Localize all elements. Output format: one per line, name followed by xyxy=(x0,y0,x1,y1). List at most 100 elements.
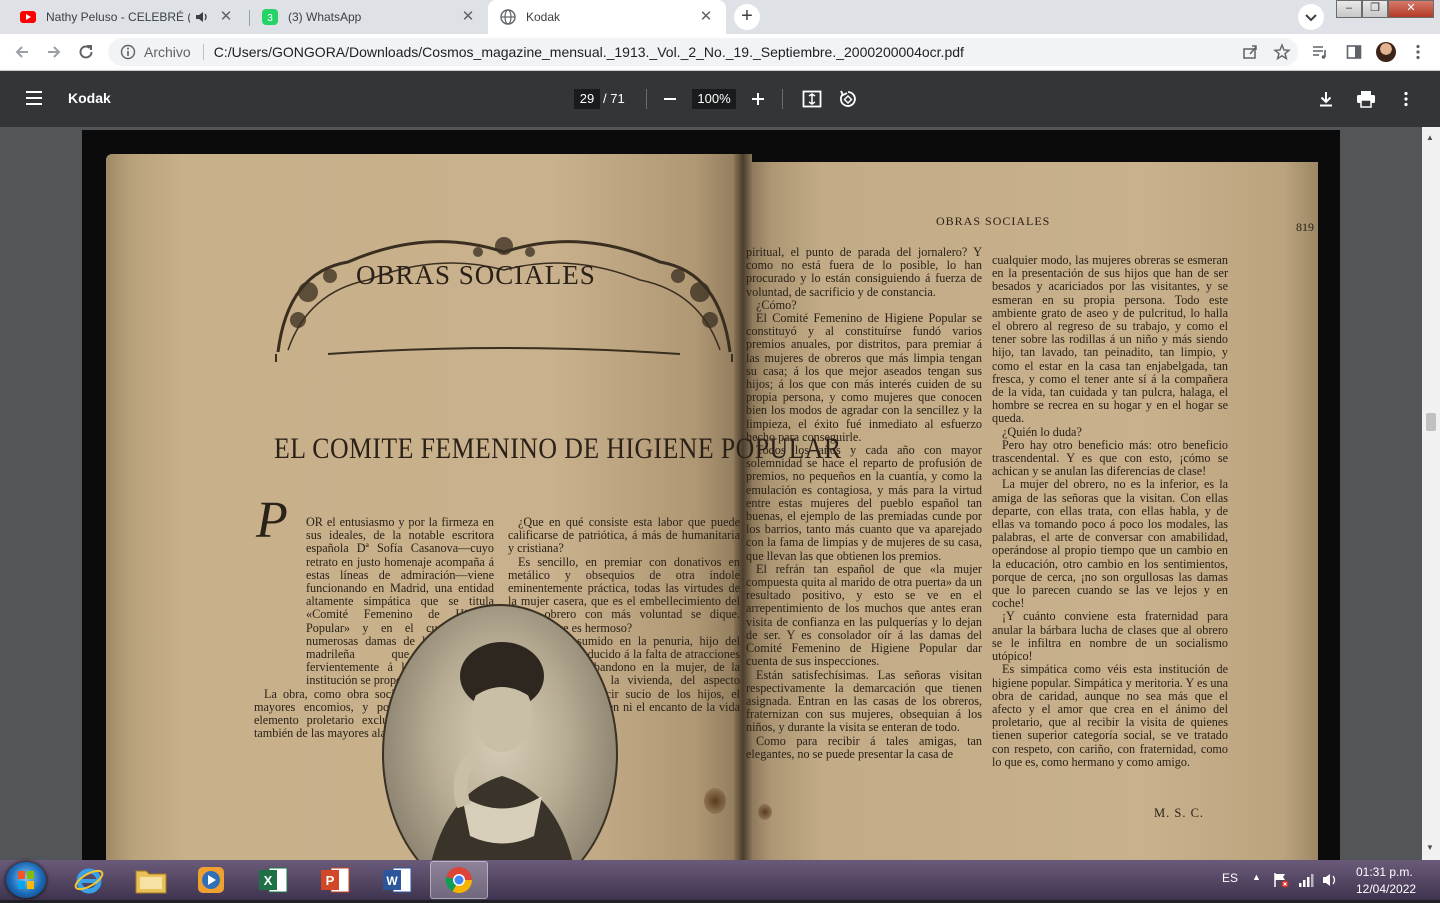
fit-to-page-icon xyxy=(802,90,822,108)
pdf-viewer[interactable]: OBRAS SOCIALES EL COMITE FEMENINO DE HIG… xyxy=(0,127,1440,860)
tab-youtube[interactable]: Nathy Peluso - CELEBRÉ (Lyri ✕ xyxy=(8,0,246,34)
profile-avatar[interactable] xyxy=(1376,42,1396,62)
new-tab-button[interactable]: + xyxy=(734,4,760,30)
floral-ornament-frame xyxy=(275,237,733,362)
clock-time[interactable]: 01:31 p.m. xyxy=(1356,865,1413,879)
paragraph: ¿Que en qué consiste esta labor que pued… xyxy=(508,516,740,556)
page-number-input[interactable]: 29 xyxy=(574,89,600,109)
print-button[interactable] xyxy=(1354,87,1378,111)
paragraph: Pero hay otro beneficio más: otro benefi… xyxy=(992,437,1228,479)
maximize-button[interactable]: ❐ xyxy=(1362,0,1388,18)
right-column-1: piritual, el punto de parada del jornale… xyxy=(746,246,982,858)
svg-text:X: X xyxy=(264,873,273,888)
reload-button[interactable] xyxy=(74,40,98,64)
paragraph: ¿Quién lo duda? xyxy=(1002,424,1082,439)
zoom-in-button[interactable] xyxy=(746,87,770,111)
tab-title: Kodak xyxy=(526,10,561,24)
paragraph: Como para recibir á tales amigas, tan el… xyxy=(746,733,982,761)
tab-search-button[interactable] xyxy=(1298,4,1324,30)
info-icon[interactable] xyxy=(120,44,136,60)
tab-title: Nathy Peluso - CELEBRÉ (Lyri xyxy=(46,10,190,24)
paper-stain xyxy=(704,788,726,814)
arrow-left-icon xyxy=(15,46,28,58)
address-bar[interactable]: Archivo C:/Users/GONGORA/Downloads/Cosmo… xyxy=(108,38,1298,66)
pdf-toolbar: Kodak 29 / 71 100% xyxy=(0,71,1440,127)
taskbar-chrome[interactable] xyxy=(430,861,488,899)
show-hidden-icons[interactable]: ▲ xyxy=(1252,872,1261,882)
folder-icon xyxy=(135,870,167,894)
minimize-button[interactable]: – xyxy=(1336,0,1362,18)
browser-toolbar: Archivo C:/Users/GONGORA/Downloads/Cosmo… xyxy=(0,34,1440,71)
fit-page-button[interactable] xyxy=(800,87,824,111)
back-button[interactable] xyxy=(10,40,34,64)
zoom-level-input[interactable]: 100% xyxy=(692,89,736,109)
close-tab-icon[interactable]: ✕ xyxy=(460,9,476,25)
windows-logo-icon xyxy=(18,871,34,889)
audio-playing-icon[interactable] xyxy=(194,9,210,25)
taskbar-word[interactable]: W xyxy=(368,861,426,899)
pdf-page: OBRAS SOCIALES EL COMITE FEMENINO DE HIG… xyxy=(82,130,1340,860)
pdf-more-button[interactable] xyxy=(1394,87,1418,111)
forward-button[interactable] xyxy=(42,40,66,64)
paper-stain xyxy=(758,804,772,820)
browser-menu-button[interactable] xyxy=(1406,40,1430,64)
running-head: OBRAS SOCIALES xyxy=(936,214,1051,228)
side-panel-icon xyxy=(1346,45,1362,59)
reload-icon xyxy=(79,45,93,59)
url-text[interactable]: C:/Users/GONGORA/Downloads/Cosmos_magazi… xyxy=(214,44,964,60)
clock-date[interactable]: 12/04/2022 xyxy=(1356,882,1416,896)
section-title: OBRAS SOCIALES xyxy=(356,260,596,290)
scrollbar-thumb[interactable] xyxy=(1426,413,1436,431)
download-icon xyxy=(1320,92,1332,107)
star-icon xyxy=(1273,43,1291,61)
scanned-magazine-spread: OBRAS SOCIALES EL COMITE FEMENINO DE HIG… xyxy=(106,154,1318,860)
taskbar-powerpoint[interactable]: P xyxy=(306,861,364,899)
pdf-menu-button[interactable] xyxy=(24,89,44,112)
input-language[interactable]: ES xyxy=(1222,871,1238,885)
rotate-button[interactable] xyxy=(836,87,860,111)
scroll-up-arrow[interactable]: ▲ xyxy=(1426,133,1434,142)
taskbar-media-player[interactable] xyxy=(182,861,240,899)
hamburger-icon xyxy=(26,91,42,105)
share-button[interactable] xyxy=(1238,40,1262,64)
network-icon[interactable] xyxy=(1298,872,1314,888)
close-tab-icon[interactable]: ✕ xyxy=(698,9,714,25)
bookmark-button[interactable] xyxy=(1270,40,1294,64)
start-button[interactable] xyxy=(6,862,46,898)
pdf-document-title: Kodak xyxy=(68,90,111,106)
media-queue-icon xyxy=(1313,46,1326,59)
share-icon xyxy=(1243,45,1257,59)
reading-list-button[interactable] xyxy=(1308,40,1332,64)
side-panel-button[interactable] xyxy=(1342,40,1366,64)
page-total: / 71 xyxy=(603,91,625,106)
taskbar-file-explorer[interactable] xyxy=(122,861,180,899)
internet-explorer-icon xyxy=(74,868,104,894)
close-window-button[interactable]: ✕ xyxy=(1388,0,1434,18)
print-icon xyxy=(1357,91,1375,108)
tab-kodak[interactable]: Kodak ✕ xyxy=(488,0,726,34)
media-player-icon xyxy=(198,867,224,893)
tab-whatsapp[interactable]: 3 (3) WhatsApp ✕ xyxy=(250,0,488,34)
arrow-right-icon xyxy=(48,46,61,58)
toolbar-divider xyxy=(646,89,647,109)
paragraph: El refrán tan español de que «la mujer c… xyxy=(746,561,982,669)
globe-icon xyxy=(500,9,516,25)
close-tab-icon[interactable]: ✕ xyxy=(218,9,234,25)
paragraph: piritual, el punto de parada del jornale… xyxy=(746,246,982,299)
chevron-down-icon xyxy=(1305,14,1317,22)
volume-icon[interactable] xyxy=(1322,872,1338,888)
svg-text:3: 3 xyxy=(267,13,273,24)
more-vertical-icon xyxy=(1404,91,1408,107)
download-button[interactable] xyxy=(1314,87,1338,111)
right-column-2: cualquier modo, las mujeres obreras se e… xyxy=(992,254,1228,794)
plus-icon xyxy=(752,93,764,105)
paragraph: cualquier modo, las mujeres obreras se e… xyxy=(992,254,1228,426)
taskbar-excel[interactable]: X xyxy=(244,861,302,899)
zoom-out-button[interactable] xyxy=(658,87,682,111)
svg-text:W: W xyxy=(386,874,398,888)
taskbar-internet-explorer[interactable] xyxy=(60,861,118,899)
scroll-down-arrow[interactable]: ▼ xyxy=(1426,843,1434,852)
paragraph: Están satisfechísimas. Las señoras visit… xyxy=(746,667,982,735)
action-center-flag-icon[interactable] xyxy=(1272,872,1290,888)
vertical-scrollbar[interactable]: ▲ ▼ xyxy=(1422,127,1440,860)
